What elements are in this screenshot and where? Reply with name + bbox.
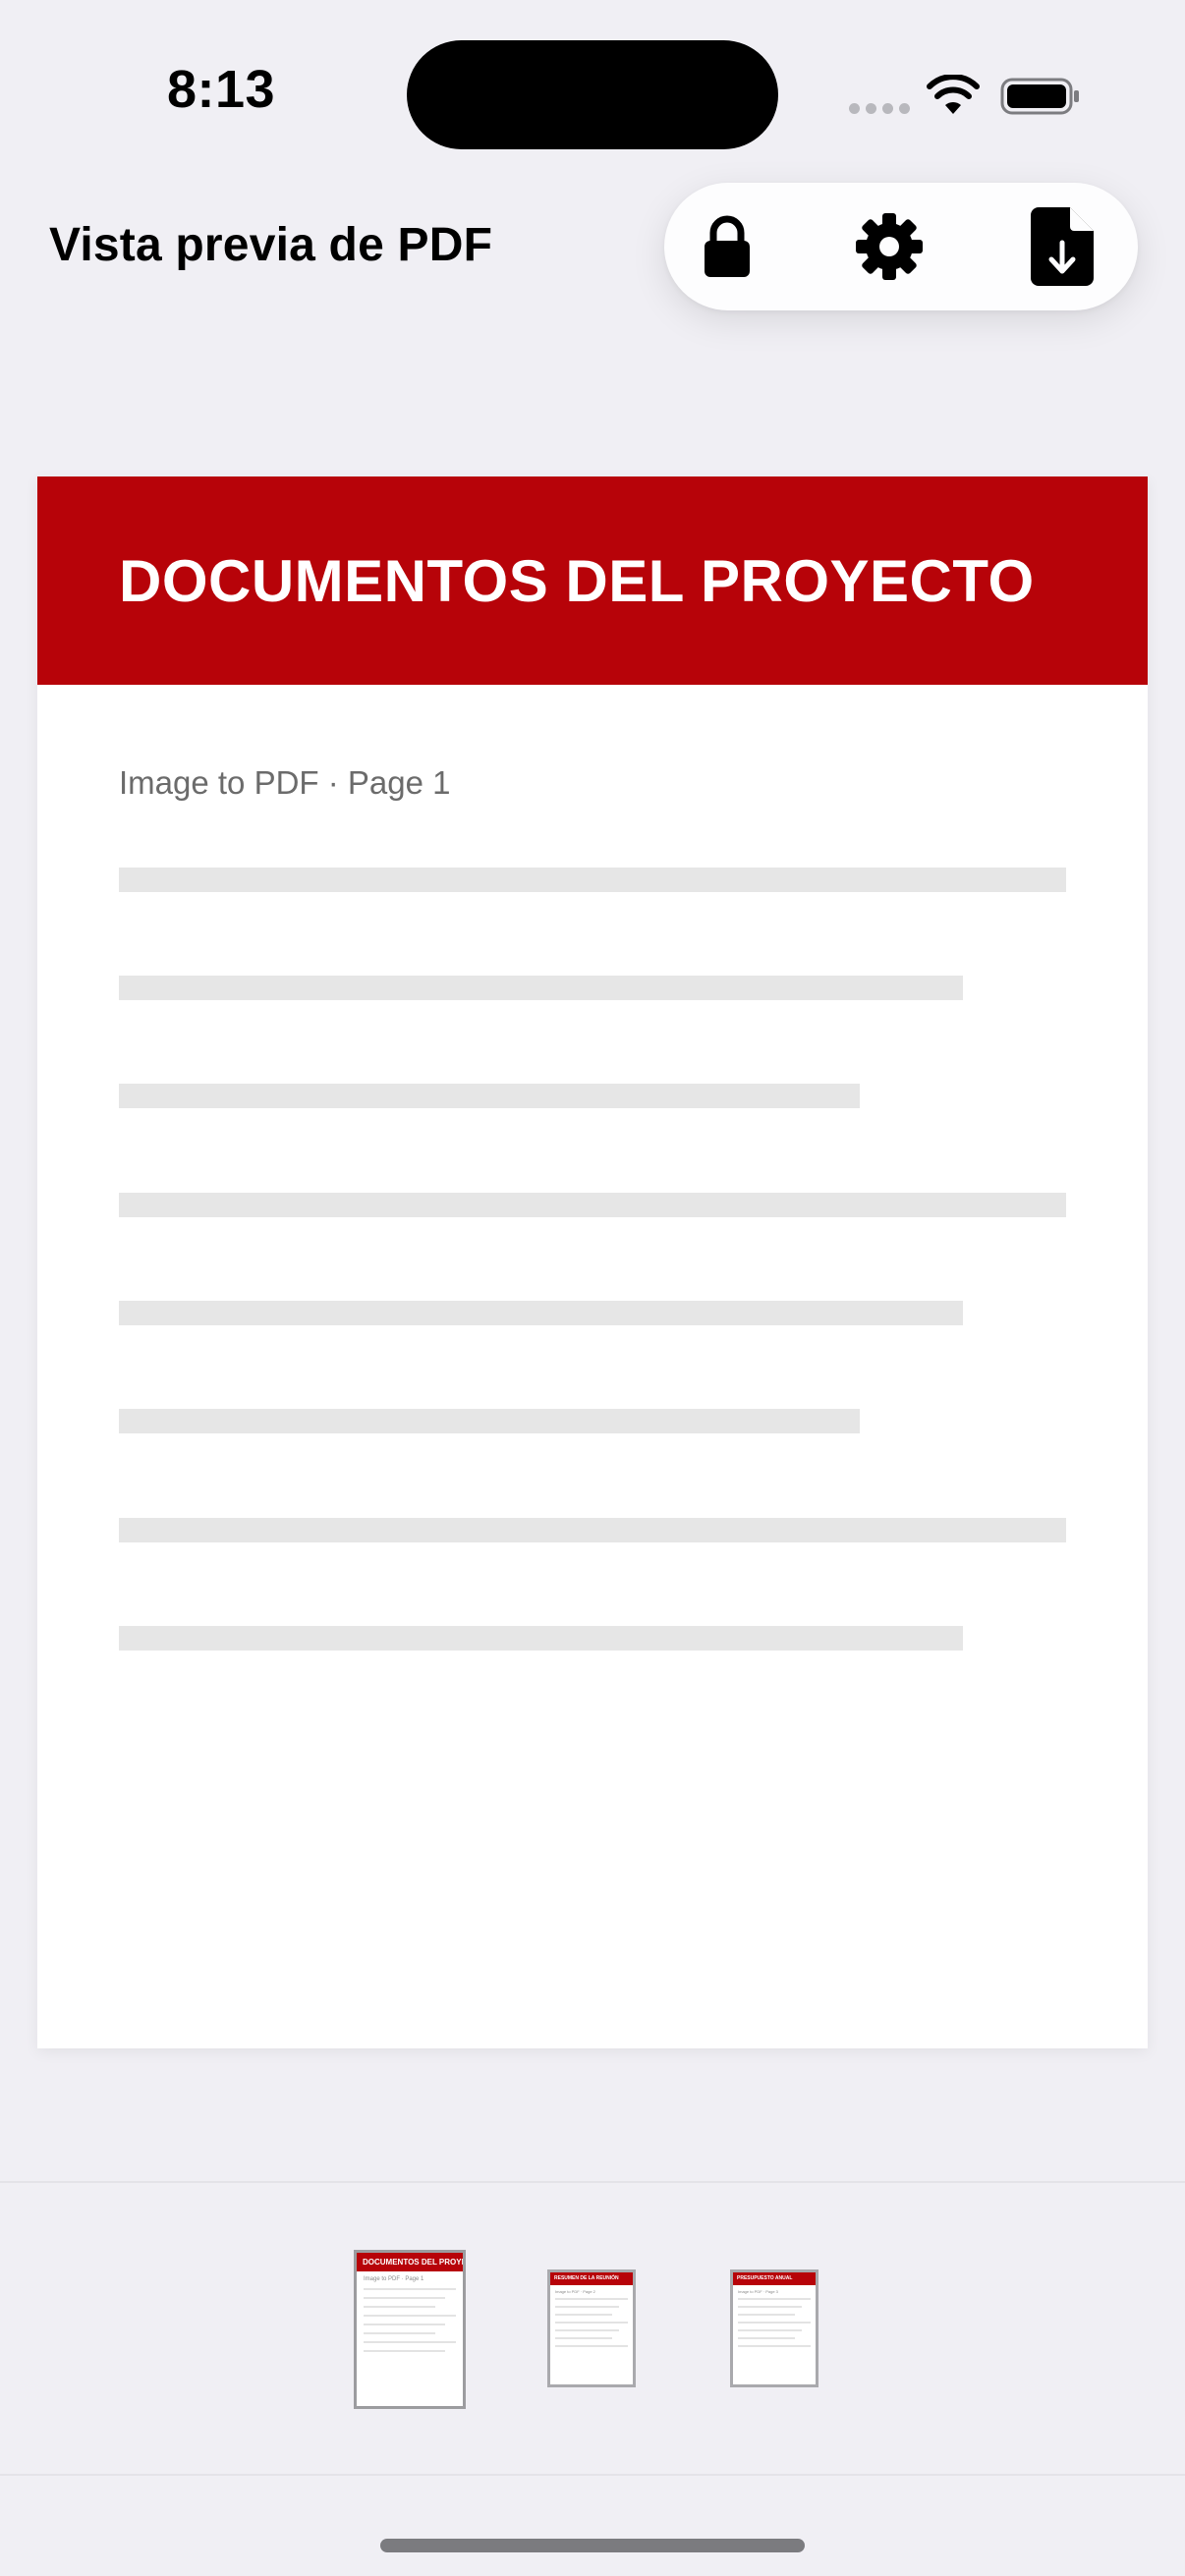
- thumbnail-subtitle: Image to PDF · Page 3: [738, 2289, 778, 2294]
- save-pdf-button[interactable]: [1003, 183, 1121, 310]
- toolbar: [664, 183, 1138, 310]
- pdf-page-preview[interactable]: DOCUMENTOS DEL PROYECTO Image to PDF · P…: [37, 476, 1148, 2048]
- lock-icon: [705, 215, 750, 277]
- thumbnail-subtitle: Image to PDF · Page 2: [555, 2289, 595, 2294]
- page-thumbnail-2[interactable]: RESUMEN DE LA REUNIÓN Image to PDF · Pag…: [547, 2269, 636, 2387]
- pdf-page-header: DOCUMENTOS DEL PROYECTO: [37, 476, 1148, 685]
- placeholder-line: [119, 1084, 860, 1108]
- wifi-icon: [927, 75, 980, 114]
- pdf-page-title: DOCUMENTOS DEL PROYECTO: [119, 547, 1035, 614]
- placeholder-line: [119, 1409, 860, 1433]
- divider: [0, 2474, 1185, 2476]
- document-download-icon: [1031, 207, 1094, 286]
- status-bar-time: 8:13: [167, 60, 276, 119]
- settings-button[interactable]: [830, 183, 948, 310]
- home-indicator[interactable]: [380, 2539, 805, 2552]
- placeholder-line: [119, 1626, 963, 1651]
- thumbnail-title: RESUMEN DE LA REUNIÓN: [550, 2272, 633, 2285]
- placeholder-line: [119, 1518, 1066, 1542]
- page-thumbnail-strip: DOCUMENTOS DEL PROYECTO Image to PDF · P…: [0, 2183, 1185, 2474]
- placeholder-line: [119, 868, 1066, 892]
- placeholder-line: [119, 1301, 963, 1325]
- page-thumbnail-3[interactable]: PRESUPUESTO ANUAL Image to PDF · Page 3: [730, 2269, 818, 2387]
- gear-icon: [856, 213, 923, 280]
- page-title: Vista previa de PDF: [49, 219, 493, 271]
- thumbnail-title: DOCUMENTOS DEL PROYECTO: [357, 2253, 463, 2271]
- cellular-signal-icon: [849, 103, 910, 114]
- placeholder-line: [119, 976, 963, 1000]
- page-thumbnail-1[interactable]: DOCUMENTOS DEL PROYECTO Image to PDF · P…: [354, 2250, 466, 2409]
- thumbnail-subtitle: Image to PDF · Page 1: [364, 2276, 424, 2282]
- battery-icon: [1000, 78, 1079, 115]
- lock-button[interactable]: [668, 183, 786, 310]
- pdf-page-subtitle: Image to PDF · Page 1: [119, 764, 451, 801]
- thumbnail-title: PRESUPUESTO ANUAL: [733, 2272, 816, 2285]
- placeholder-line: [119, 1193, 1066, 1217]
- dynamic-island: [407, 40, 778, 149]
